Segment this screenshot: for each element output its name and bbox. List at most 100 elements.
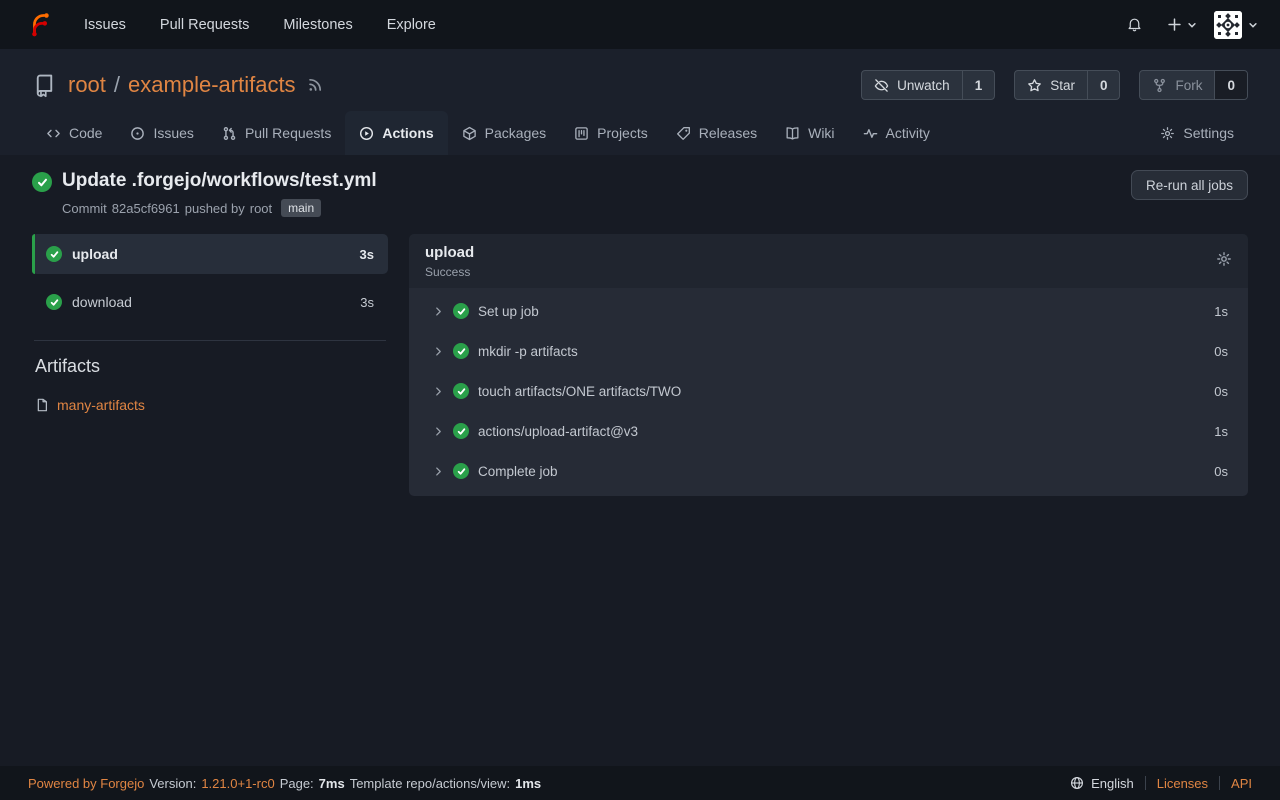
unwatch-button-main[interactable]: Unwatch [862,71,962,99]
nav-link-explore[interactable]: Explore [370,17,453,33]
star-button[interactable]: Star 0 [1014,70,1120,100]
run-body: upload 3s download 3s Artifacts many-art… [32,234,1248,496]
tab-label: Packages [485,125,546,141]
repo-header: root / example-artifacts Unwatch 1 [32,67,1248,103]
tab-label: Activity [886,125,930,141]
navbar-right-group [1119,10,1266,39]
stars-count[interactable]: 0 [1087,71,1120,99]
step-duration: 0s [1214,344,1228,359]
globe-icon [1070,776,1084,790]
step-duration: 1s [1214,304,1228,319]
nav-link-milestones[interactable]: Milestones [266,17,369,33]
step-row-touch[interactable]: touch artifacts/ONE artifacts/TWO 0s [409,371,1248,411]
forgejo-logo[interactable] [26,11,53,38]
job-item-upload[interactable]: upload 3s [32,234,388,274]
plus-icon [1167,17,1182,32]
project-icon [574,126,589,141]
repo-name-link[interactable]: example-artifacts [128,72,296,98]
unwatch-button[interactable]: Unwatch 1 [861,70,995,100]
tab-activity[interactable]: Activity [849,111,944,155]
api-link[interactable]: API [1231,776,1252,791]
nav-link-issues[interactable]: Issues [67,17,143,33]
tag-icon [676,126,691,141]
powered-by-link[interactable]: Powered by Forgejo [28,776,144,791]
tab-packages[interactable]: Packages [448,111,560,155]
rss-icon[interactable] [307,77,323,93]
pull-request-icon [222,126,237,141]
step-duration: 0s [1214,384,1228,399]
repo-action-buttons: Unwatch 1 Star 0 [861,70,1248,100]
gear-icon[interactable] [1216,244,1232,267]
step-label: Complete job [478,464,558,479]
language-label: English [1091,776,1134,791]
repo-owner-link[interactable]: root [68,72,106,98]
page-time: 7ms [319,776,345,791]
jobs-sidebar: upload 3s download 3s Artifacts many-art… [32,234,388,413]
tab-actions[interactable]: Actions [345,111,447,155]
job-item-download[interactable]: download 3s [32,282,388,322]
repo-separator: / [114,72,120,98]
step-row-mkdir[interactable]: mkdir -p artifacts 0s [409,331,1248,371]
fork-button[interactable]: Fork 0 [1139,70,1248,100]
nav-link-pull-requests[interactable]: Pull Requests [143,17,266,33]
licenses-link[interactable]: Licenses [1157,776,1208,791]
check-circle-icon [453,383,469,399]
tab-issues[interactable]: Issues [116,111,207,155]
branch-badge[interactable]: main [281,199,321,217]
check-circle-icon [46,294,62,310]
rerun-all-jobs-button[interactable]: Re-run all jobs [1131,170,1248,200]
job-name: upload [72,246,118,262]
tab-label: Settings [1183,125,1234,141]
chevron-right-icon [433,466,444,477]
unwatch-label: Unwatch [897,78,950,93]
artifact-link-many-artifacts[interactable]: many-artifacts [32,397,388,413]
step-label: touch artifacts/ONE artifacts/TWO [478,384,681,399]
step-label: mkdir -p artifacts [478,344,578,359]
tab-projects[interactable]: Projects [560,111,662,155]
chevron-right-icon [433,306,444,317]
tab-releases[interactable]: Releases [662,111,771,155]
tab-label: Releases [699,125,757,141]
tab-settings[interactable]: Settings [1146,111,1248,155]
check-circle-icon [453,343,469,359]
check-circle-icon [453,463,469,479]
repo-icon [32,73,57,98]
commit-sha[interactable]: 82a5cf6961 [112,201,180,216]
step-row-set-up-job[interactable]: Set up job 1s [409,291,1248,331]
star-button-main[interactable]: Star [1015,71,1087,99]
play-circle-icon [359,126,374,141]
check-circle-icon [32,172,52,192]
watchers-count[interactable]: 1 [962,71,995,99]
check-circle-icon [453,423,469,439]
sidebar-divider [34,340,386,341]
star-label: Star [1050,78,1075,93]
notifications-bell-icon[interactable] [1119,10,1150,39]
artifacts-heading: Artifacts [32,356,388,377]
fork-button-main[interactable]: Fork [1140,71,1214,99]
tab-code[interactable]: Code [32,111,116,155]
fork-icon [1152,78,1167,93]
footer-divider [1219,776,1220,790]
user-menu[interactable] [1214,11,1266,39]
pulse-icon [863,126,878,141]
star-icon [1027,78,1042,93]
step-row-upload-artifact[interactable]: actions/upload-artifact@v3 1s [409,411,1248,451]
step-label: actions/upload-artifact@v3 [478,424,638,439]
step-row-complete-job[interactable]: Complete job 0s [409,451,1248,491]
panel-job-name: upload [425,244,474,261]
actions-run-view: Update .forgejo/workflows/test.yml Commi… [0,155,1280,766]
chevron-down-icon [1248,20,1258,30]
template-label: Template repo/actions/view: [350,776,510,791]
commit-label: Commit [62,201,107,216]
create-new-menu[interactable] [1160,11,1204,38]
job-steps-list: Set up job 1s mkdir -p artifacts 0s [409,288,1248,496]
pushed-by-label: pushed by [185,201,245,216]
tab-pull-requests[interactable]: Pull Requests [208,111,345,155]
chevron-right-icon [433,426,444,437]
language-selector[interactable]: English [1070,776,1134,791]
tab-wiki[interactable]: Wiki [771,111,848,155]
pusher-name[interactable]: root [250,201,272,216]
version-link[interactable]: 1.21.0+1-rc0 [201,776,274,791]
forks-count[interactable]: 0 [1214,71,1247,99]
job-name: download [72,294,132,310]
